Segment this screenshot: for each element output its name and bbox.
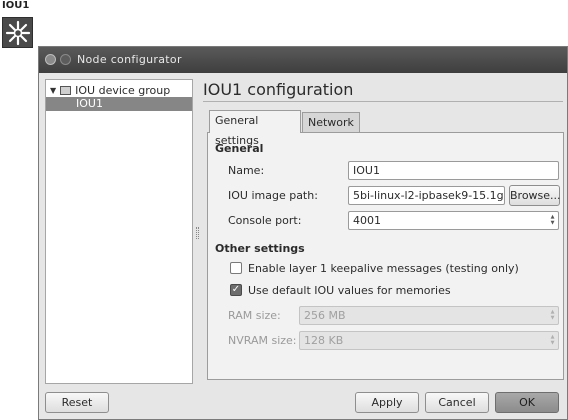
browse-button[interactable]: Browse... <box>509 185 561 206</box>
apply-button[interactable]: Apply <box>355 392 419 413</box>
node-configurator-window: Node configurator ▼ IOU device group IOU… <box>38 46 568 420</box>
spin-arrows-icon[interactable]: ▲ ▼ <box>549 214 556 226</box>
keepalive-checkbox[interactable] <box>230 262 242 274</box>
nvram-size-spinbox: 128 KB ▲ ▼ <box>299 331 559 350</box>
console-port-spinbox[interactable]: 4001 ▲ ▼ <box>348 211 559 230</box>
node-tree: ▼ IOU device group IOU1 <box>45 79 193 384</box>
spin-arrows-icon: ▲ ▼ <box>550 334 555 346</box>
nvram-size-value: 128 KB <box>304 334 344 347</box>
image-path-label: IOU image path: <box>228 189 318 202</box>
default-memory-label[interactable]: Use default IOU values for memories <box>248 284 451 297</box>
tree-group-label: IOU device group <box>75 83 171 97</box>
title-bar: Node configurator <box>39 47 567 73</box>
tree-item-iou1[interactable]: IOU1 <box>46 97 192 111</box>
expand-arrow-icon[interactable]: ▼ <box>50 86 56 95</box>
spin-arrows-icon: ▲ ▼ <box>550 309 555 321</box>
nvram-size-label: NVRAM size: <box>228 334 297 347</box>
keepalive-label[interactable]: Enable layer 1 keepalive messages (testi… <box>248 262 519 275</box>
console-port-label: Console port: <box>228 214 302 227</box>
name-label: Name: <box>228 164 265 177</box>
console-port-value: 4001 <box>353 214 381 227</box>
general-settings-panel: General Name: IOU1 IOU image path: 5bi-l… <box>207 132 564 380</box>
window-title: Node configurator <box>77 53 182 66</box>
title-divider <box>203 101 563 102</box>
reset-button[interactable]: Reset <box>45 392 109 413</box>
ram-size-label: RAM size: <box>228 309 281 322</box>
router-star-icon[interactable] <box>2 17 33 48</box>
ram-size-spinbox: 256 MB ▲ ▼ <box>299 306 559 325</box>
config-title: IOU1 configuration <box>203 80 354 99</box>
tab-general-settings[interactable]: General settings <box>209 110 301 147</box>
ok-button[interactable]: OK <box>495 392 559 413</box>
device-group-icon <box>60 85 72 95</box>
panel-splitter[interactable] <box>196 227 199 239</box>
minimize-window-button[interactable] <box>60 54 71 65</box>
image-path-input[interactable]: 5bi-linux-l2-ipbasek9-15.1g.bin <box>348 186 505 205</box>
other-settings-heading: Other settings <box>215 242 305 255</box>
tab-network[interactable]: Network <box>302 112 360 133</box>
cancel-button[interactable]: Cancel <box>425 392 489 413</box>
tree-group-iou[interactable]: ▼ IOU device group <box>50 83 170 97</box>
close-window-button[interactable] <box>45 54 56 65</box>
name-input[interactable]: IOU1 <box>348 161 559 180</box>
router-star-glyph <box>5 20 30 45</box>
default-memory-checkbox[interactable]: ✓ <box>230 284 242 296</box>
ram-size-value: 256 MB <box>304 309 346 322</box>
node-label: IOU1 <box>2 0 30 11</box>
